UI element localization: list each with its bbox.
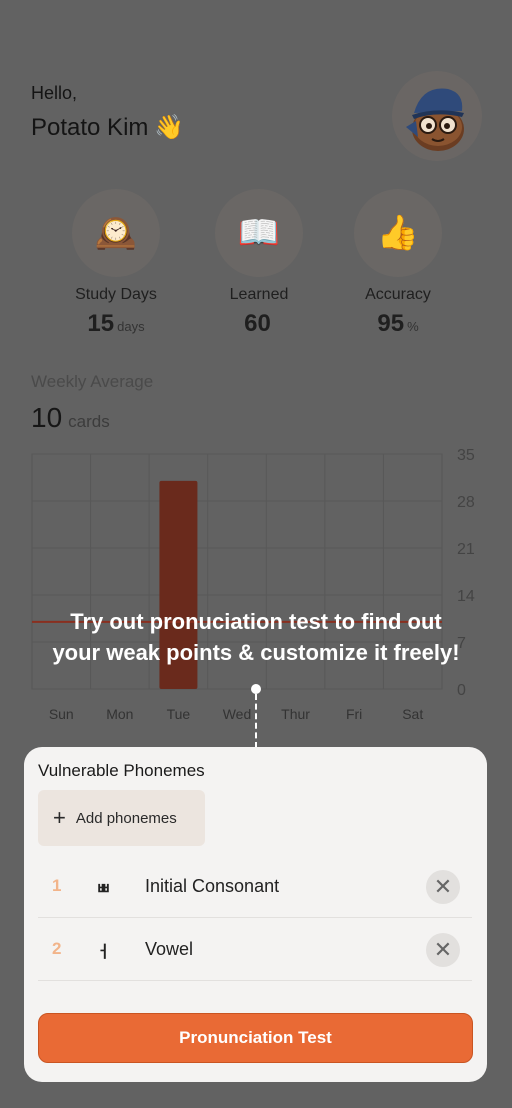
phoneme-number: 2 bbox=[52, 939, 62, 958]
weekly-average-number: 10 bbox=[31, 402, 63, 433]
x-tick-label: Wed bbox=[223, 706, 252, 722]
stat-label: Study Days bbox=[75, 286, 157, 303]
thumbs-up-icon: 👍 bbox=[354, 189, 442, 277]
phoneme-label: Vowel bbox=[145, 939, 194, 959]
y-tick-label: 28 bbox=[457, 494, 475, 511]
phoneme-glyph: ㅃ bbox=[96, 881, 111, 898]
weekly-average-title: Weekly Average bbox=[31, 372, 154, 391]
greeting-text: Hello, bbox=[31, 83, 78, 103]
stat-value: 15 days bbox=[46, 310, 186, 338]
stat-number: 15 bbox=[87, 310, 115, 337]
stat-unit: days bbox=[117, 319, 145, 334]
tooltip-line-2: your weak points & customize it freely! bbox=[52, 640, 460, 665]
avatar[interactable] bbox=[392, 71, 482, 161]
phoneme-label: Initial Consonant bbox=[145, 876, 280, 896]
stat-label: Learned bbox=[229, 286, 289, 303]
stat-accuracy: 👍 Accuracy 95% bbox=[328, 189, 468, 338]
y-tick-label: 21 bbox=[457, 541, 475, 558]
potato-avatar-icon bbox=[406, 88, 464, 151]
stat-number: 60 bbox=[244, 310, 271, 337]
x-tick-label: Sun bbox=[49, 706, 74, 722]
phoneme-row: 1 ㅃ Initial Consonant ✕ bbox=[38, 856, 472, 918]
add-phonemes-label: Add phonemes bbox=[75, 809, 177, 827]
weekly-average-unit: cards bbox=[68, 412, 110, 431]
waving-hand-icon: 👋 bbox=[154, 114, 185, 141]
tooltip-pointer-dot bbox=[251, 684, 261, 694]
remove-phoneme-button[interactable]: ✕ bbox=[426, 933, 460, 967]
x-tick-label: Mon bbox=[106, 706, 133, 722]
close-icon: ✕ bbox=[433, 874, 453, 899]
phoneme-row: 2 ㅓ Vowel ✕ bbox=[38, 919, 472, 981]
y-tick-label: 14 bbox=[457, 588, 475, 605]
weekly-average-value: 10 cards bbox=[31, 402, 110, 434]
vulnerable-phonemes-card: Vulnerable Phonemes + Add phonemes 1 ㅃ I… bbox=[24, 747, 487, 1082]
remove-phoneme-button[interactable]: ✕ bbox=[426, 870, 460, 904]
user-name: Potato Kim 👋 bbox=[31, 113, 184, 142]
phoneme-glyph: ㅓ bbox=[96, 944, 111, 961]
pronunciation-test-button[interactable]: Pronunciation Test bbox=[38, 1013, 473, 1063]
mantel-clock-icon: 🕰️ bbox=[72, 189, 160, 277]
stat-unit: % bbox=[407, 319, 419, 334]
x-tick-label: Thur bbox=[281, 706, 310, 722]
user-name-text: Potato Kim bbox=[31, 114, 149, 141]
stat-value: 95% bbox=[328, 310, 468, 338]
x-tick-label: Sat bbox=[402, 706, 423, 722]
x-tick-label: Tue bbox=[167, 706, 191, 722]
plus-icon: + bbox=[53, 805, 66, 830]
open-book-icon: 📖 bbox=[215, 189, 303, 277]
stat-label: Accuracy bbox=[365, 286, 431, 303]
close-icon: ✕ bbox=[433, 937, 453, 962]
x-tick-label: Fri bbox=[346, 706, 362, 722]
stat-number: 95 bbox=[377, 310, 405, 337]
add-phonemes-button[interactable]: + Add phonemes bbox=[38, 790, 205, 846]
stat-value: 60 bbox=[189, 310, 329, 338]
tooltip-pointer-line bbox=[255, 694, 257, 748]
y-tick-label: 0 bbox=[457, 682, 466, 699]
phoneme-number: 1 bbox=[52, 876, 62, 895]
stat-study-days: 🕰️ Study Days 15 days bbox=[46, 189, 186, 338]
tooltip-line-1: Try out pronuciation test to find out bbox=[70, 609, 442, 634]
stat-learned: 📖 Learned 60 bbox=[189, 189, 329, 338]
y-tick-label: 35 bbox=[457, 447, 475, 464]
onboarding-tooltip: Try out pronuciation test to find out yo… bbox=[0, 606, 512, 668]
card-title: Vulnerable Phonemes bbox=[38, 761, 205, 780]
